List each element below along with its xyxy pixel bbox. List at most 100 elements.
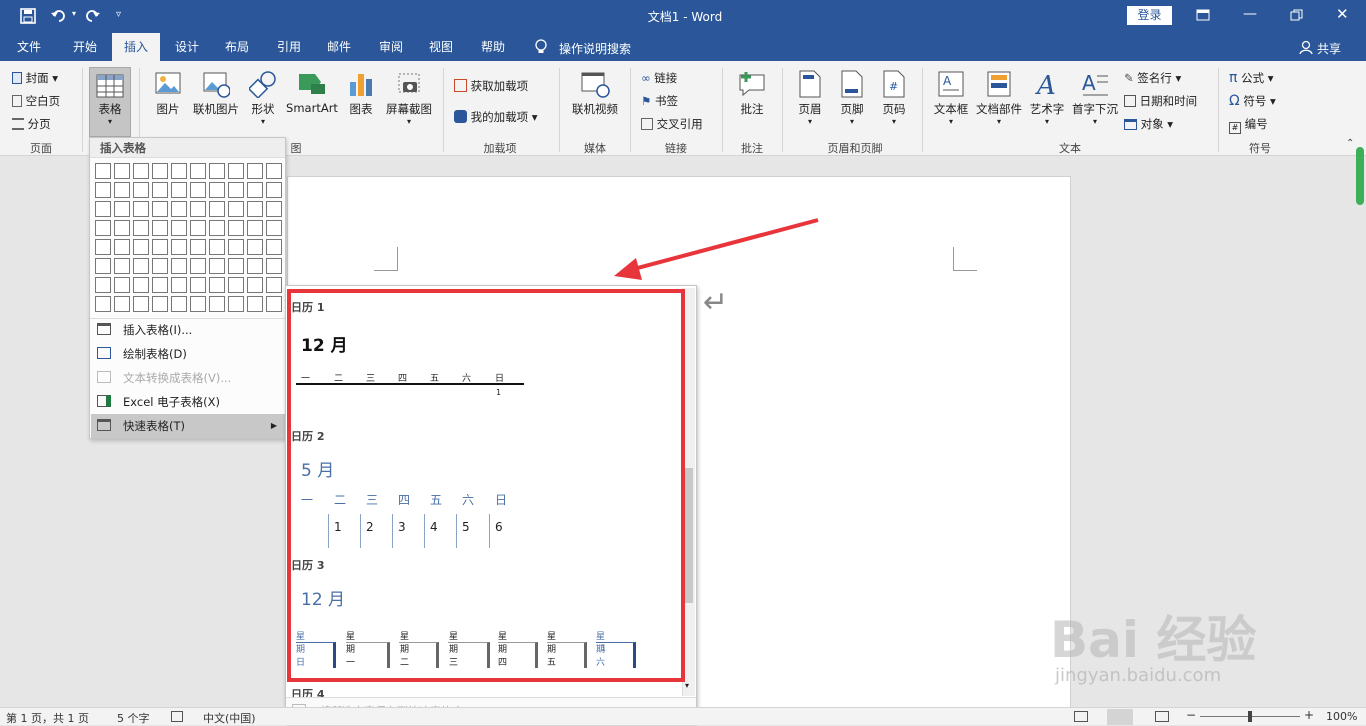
table-grid-cell[interactable] bbox=[190, 258, 206, 274]
proofing-icon[interactable] bbox=[171, 711, 183, 722]
cover-page-button[interactable]: 封面 ▾ bbox=[12, 70, 58, 86]
my-addins-button[interactable]: 我的加载项 ▾ bbox=[454, 109, 538, 125]
tab-help[interactable]: 帮助 bbox=[470, 33, 516, 61]
ribbon-display-icon[interactable] bbox=[1196, 9, 1210, 21]
table-grid-cell[interactable] bbox=[247, 201, 263, 217]
tab-home[interactable]: 开始 bbox=[62, 33, 108, 61]
table-grid-cell[interactable] bbox=[247, 239, 263, 255]
table-grid-cell[interactable] bbox=[190, 239, 206, 255]
draw-table-item[interactable]: 绘制表格(D) bbox=[91, 342, 285, 366]
table-grid-cell[interactable] bbox=[228, 277, 244, 293]
tab-insert[interactable]: 插入 bbox=[112, 33, 160, 61]
table-grid-cell[interactable] bbox=[266, 239, 282, 255]
table-grid-cell[interactable] bbox=[209, 277, 225, 293]
header-button[interactable]: 页眉 ▾ bbox=[792, 70, 828, 126]
table-grid-cell[interactable] bbox=[171, 296, 187, 312]
table-grid-cell[interactable] bbox=[114, 277, 130, 293]
table-grid-cell[interactable] bbox=[209, 220, 225, 236]
picture-button[interactable]: 图片 bbox=[148, 70, 188, 117]
table-grid-cell[interactable] bbox=[133, 239, 149, 255]
new-comment-button[interactable]: 批注 bbox=[731, 70, 773, 117]
redo-icon[interactable] bbox=[84, 8, 102, 24]
table-grid-cell[interactable] bbox=[171, 220, 187, 236]
tab-references[interactable]: 引用 bbox=[266, 33, 312, 61]
table-grid-cell[interactable] bbox=[171, 163, 187, 179]
quick-parts-button[interactable]: 文档部件 ▾ bbox=[974, 70, 1024, 126]
table-grid-cell[interactable] bbox=[228, 201, 244, 217]
table-grid-cell[interactable] bbox=[171, 182, 187, 198]
table-grid-cell[interactable] bbox=[133, 182, 149, 198]
zoom-level[interactable]: 100% bbox=[1326, 710, 1357, 723]
table-grid-cell[interactable] bbox=[133, 163, 149, 179]
tab-view[interactable]: 视图 bbox=[418, 33, 464, 61]
zoom-in-icon[interactable]: + bbox=[1304, 708, 1314, 722]
table-grid-cell[interactable] bbox=[209, 201, 225, 217]
table-grid-cell[interactable] bbox=[133, 296, 149, 312]
table-grid-cell[interactable] bbox=[95, 182, 111, 198]
table-grid-cell[interactable] bbox=[266, 296, 282, 312]
table-grid-cell[interactable] bbox=[171, 201, 187, 217]
table-grid-cell[interactable] bbox=[152, 220, 168, 236]
save-icon[interactable] bbox=[20, 8, 36, 24]
zoom-slider-thumb[interactable] bbox=[1248, 711, 1252, 722]
minimize-icon[interactable]: — bbox=[1243, 6, 1257, 22]
table-grid-cell[interactable] bbox=[266, 220, 282, 236]
undo-dropdown-icon[interactable]: ▾ bbox=[72, 9, 76, 18]
table-grid-cell[interactable] bbox=[247, 220, 263, 236]
table-grid-cell[interactable] bbox=[152, 239, 168, 255]
collapse-ribbon-icon[interactable]: ⌃ bbox=[1346, 138, 1354, 149]
table-grid-cell[interactable] bbox=[114, 258, 130, 274]
table-grid-cell[interactable] bbox=[209, 163, 225, 179]
table-grid-cell[interactable] bbox=[171, 239, 187, 255]
web-layout-icon[interactable] bbox=[1155, 711, 1169, 722]
table-grid-cell[interactable] bbox=[228, 258, 244, 274]
table-grid-cell[interactable] bbox=[266, 258, 282, 274]
excel-spreadsheet-item[interactable]: Excel 电子表格(X) bbox=[91, 390, 285, 414]
table-grid-cell[interactable] bbox=[152, 182, 168, 198]
insert-table-dialog-item[interactable]: 插入表格(I)... bbox=[91, 318, 285, 342]
table-grid-cell[interactable] bbox=[133, 277, 149, 293]
table-grid-cell[interactable] bbox=[152, 163, 168, 179]
table-grid-cell[interactable] bbox=[190, 296, 206, 312]
chart-button[interactable]: 图表 bbox=[344, 70, 378, 117]
tab-review[interactable]: 审阅 bbox=[368, 33, 414, 61]
page-break-button[interactable]: 分页 bbox=[12, 116, 51, 132]
table-grid-cell[interactable] bbox=[190, 220, 206, 236]
read-mode-icon[interactable] bbox=[1074, 711, 1088, 722]
table-grid-cell[interactable] bbox=[228, 182, 244, 198]
table-grid-cell[interactable] bbox=[247, 163, 263, 179]
vertical-scrollbar-thumb[interactable] bbox=[1356, 147, 1364, 205]
table-grid-cell[interactable] bbox=[95, 239, 111, 255]
word-count[interactable]: 5 个字 bbox=[117, 710, 150, 726]
cross-reference-button[interactable]: 交叉引用 bbox=[641, 116, 703, 132]
table-grid-cell[interactable] bbox=[266, 163, 282, 179]
close-icon[interactable]: ✕ bbox=[1336, 5, 1349, 23]
table-grid-cell[interactable] bbox=[114, 296, 130, 312]
table-grid-cell[interactable] bbox=[114, 163, 130, 179]
signature-line-button[interactable]: ✎ 签名行 ▾ bbox=[1124, 70, 1181, 86]
table-grid-cell[interactable] bbox=[247, 277, 263, 293]
restore-icon[interactable] bbox=[1290, 9, 1303, 21]
table-grid-cell[interactable] bbox=[228, 239, 244, 255]
page-count[interactable]: 第 1 页，共 1 页 bbox=[6, 710, 89, 726]
table-grid-cell[interactable] bbox=[228, 296, 244, 312]
login-button[interactable]: 登录 bbox=[1127, 6, 1172, 25]
drop-cap-button[interactable]: A 首字下沉 ▾ bbox=[1069, 70, 1121, 126]
table-grid-cell[interactable] bbox=[190, 163, 206, 179]
table-grid-cell[interactable] bbox=[190, 182, 206, 198]
date-time-button[interactable]: 日期和时间 bbox=[1124, 93, 1197, 109]
scroll-down-icon[interactable]: ▾ bbox=[685, 681, 689, 690]
table-grid-cell[interactable] bbox=[95, 277, 111, 293]
table-grid-cell[interactable] bbox=[95, 201, 111, 217]
undo-icon[interactable] bbox=[50, 8, 72, 24]
online-picture-button[interactable]: 联机图片 bbox=[190, 70, 242, 117]
table-grid-cell[interactable] bbox=[209, 182, 225, 198]
tell-me-search[interactable]: 操作说明搜索 bbox=[559, 40, 631, 57]
print-layout-icon[interactable] bbox=[1107, 709, 1133, 725]
get-addins-button[interactable]: 获取加载项 bbox=[454, 78, 528, 94]
table-grid-cell[interactable] bbox=[209, 258, 225, 274]
table-grid-cell[interactable] bbox=[171, 258, 187, 274]
quick-tables-item[interactable]: 快速表格(T) ▶ bbox=[91, 414, 285, 438]
table-button[interactable]: 表格 ▾ bbox=[89, 67, 131, 137]
tab-file[interactable]: 文件 bbox=[8, 33, 50, 61]
